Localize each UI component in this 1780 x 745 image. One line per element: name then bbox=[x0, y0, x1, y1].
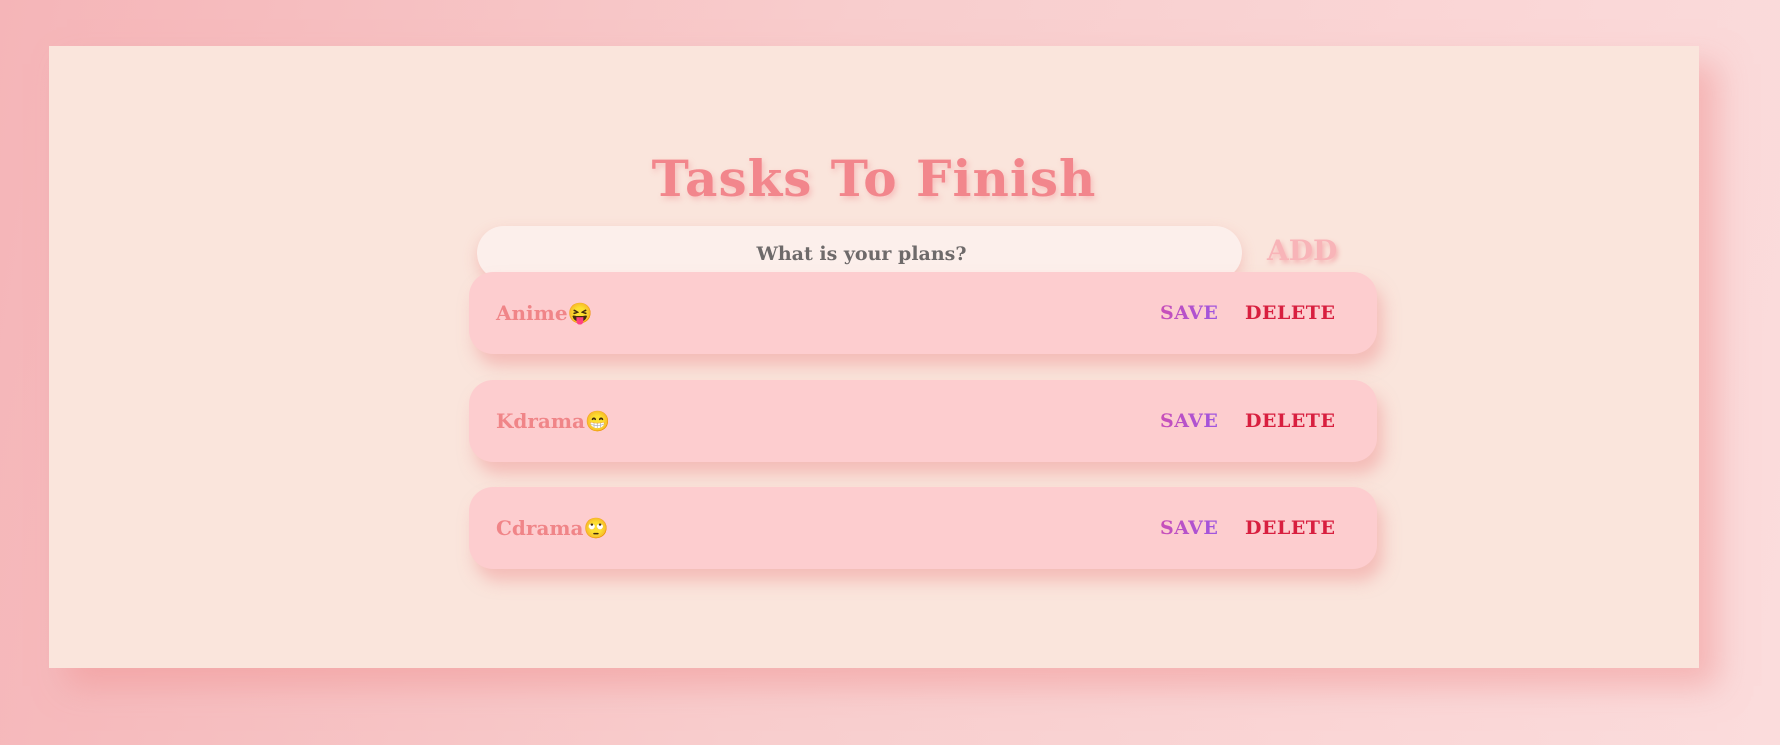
save-button[interactable]: SAVE bbox=[1160, 487, 1218, 569]
task-text: Anime bbox=[496, 301, 568, 325]
task-item: Cdrama🙄 SAVE DELETE bbox=[469, 487, 1377, 569]
delete-button[interactable]: DELETE bbox=[1245, 380, 1335, 462]
page-title: Tasks To Finish bbox=[651, 149, 1097, 208]
task-item: Anime😝 SAVE DELETE bbox=[469, 272, 1377, 354]
add-button[interactable]: ADD bbox=[1267, 230, 1337, 270]
eye-roll-emoji-icon: 🙄 bbox=[583, 516, 609, 540]
task-item: Kdrama😁 SAVE DELETE bbox=[469, 380, 1377, 462]
task-text: Cdrama bbox=[496, 516, 584, 540]
task-label: Cdrama🙄 bbox=[496, 487, 608, 569]
squinting-tongue-emoji-icon: 😝 bbox=[567, 301, 593, 325]
task-label: Anime😝 bbox=[496, 272, 592, 354]
task-text: Kdrama bbox=[496, 409, 585, 433]
save-button[interactable]: SAVE bbox=[1160, 380, 1218, 462]
grinning-emoji-icon: 😁 bbox=[584, 409, 610, 433]
task-label: Kdrama😁 bbox=[496, 380, 610, 462]
todo-card: Tasks To Finish ADD Anime😝 SAVE DELETE K… bbox=[49, 46, 1699, 668]
delete-button[interactable]: DELETE bbox=[1245, 272, 1335, 354]
save-button[interactable]: SAVE bbox=[1160, 272, 1218, 354]
delete-button[interactable]: DELETE bbox=[1245, 487, 1335, 569]
